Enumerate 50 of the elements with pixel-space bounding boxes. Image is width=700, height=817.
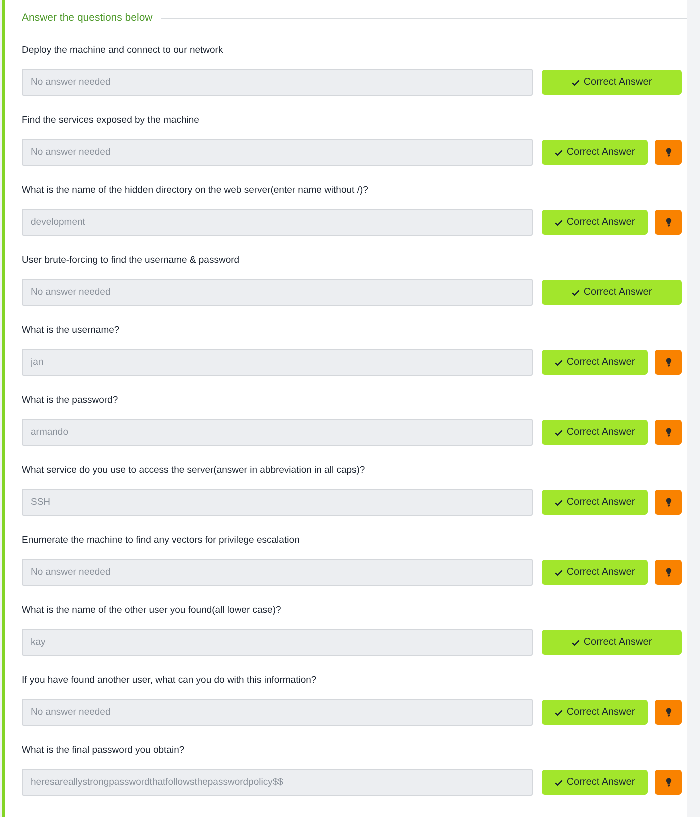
check-icon [554, 220, 563, 226]
check-icon [554, 710, 563, 716]
question-text: Deploy the machine and connect to our network [22, 44, 224, 56]
question-text: What is the name of the other user you found(all lower case)? [22, 604, 282, 616]
lightbulb-icon [666, 568, 672, 577]
lightbulb-icon [666, 498, 672, 507]
hint-button[interactable] [655, 560, 682, 585]
correct-answer-button[interactable]: Correct Answer [542, 420, 648, 445]
question-text: Find the services exposed by the machine [22, 114, 200, 126]
question-text: Enumerate the machine to find any vectors for privilege escalation [22, 534, 300, 546]
question-text: What is the name of the hidden directory on the web server(enter name without /)? [22, 184, 368, 196]
question-text: What is the final password you obtain? [22, 744, 185, 756]
correct-answer-button[interactable]: Correct Answer [542, 140, 648, 165]
correct-answer-button[interactable]: Correct Answer [542, 280, 682, 305]
lightbulb-icon [666, 778, 672, 787]
hint-button[interactable] [655, 770, 682, 795]
question-text: What is the password? [22, 394, 118, 406]
correct-answer-button[interactable]: Correct Answer [542, 560, 648, 585]
check-icon [572, 290, 580, 296]
hint-button[interactable] [655, 700, 682, 725]
lightbulb-icon [666, 218, 672, 227]
correct-answer-button[interactable]: Correct Answer [542, 210, 648, 235]
hint-button[interactable] [655, 420, 682, 445]
check-icon [554, 570, 563, 576]
check-icon [572, 80, 580, 86]
check-icon [554, 500, 563, 506]
correct-answer-button[interactable]: Correct Answer [542, 630, 682, 655]
correct-answer-button[interactable]: Correct Answer [542, 70, 682, 95]
hint-button[interactable] [655, 140, 682, 165]
hint-button[interactable] [655, 210, 682, 235]
correct-answer-button[interactable]: Correct Answer [542, 350, 648, 375]
correct-answer-button[interactable]: Correct Answer [542, 490, 648, 515]
check-icon [554, 780, 563, 786]
question-text: If you have found another user, what can you do with this information? [22, 674, 317, 686]
correct-answer-button[interactable]: Correct Answer [542, 700, 648, 725]
check-icon [554, 360, 563, 366]
lightbulb-icon [666, 708, 672, 717]
question-text: User brute-forcing to find the username & password [22, 254, 240, 266]
check-icon [554, 150, 563, 156]
question-text: What is the username? [22, 324, 120, 336]
correct-answer-button[interactable]: Correct Answer [542, 770, 648, 795]
lightbulb-icon [666, 358, 672, 367]
check-icon [554, 430, 563, 436]
lightbulb-icon [666, 428, 672, 437]
section-title: Answer the questions below [22, 12, 153, 24]
hint-button[interactable] [655, 350, 682, 375]
check-icon [572, 640, 580, 646]
hint-button[interactable] [655, 490, 682, 515]
question-text: What service do you use to access the server(answer in abbreviation in all caps)? [22, 464, 366, 476]
lightbulb-icon [666, 148, 672, 157]
